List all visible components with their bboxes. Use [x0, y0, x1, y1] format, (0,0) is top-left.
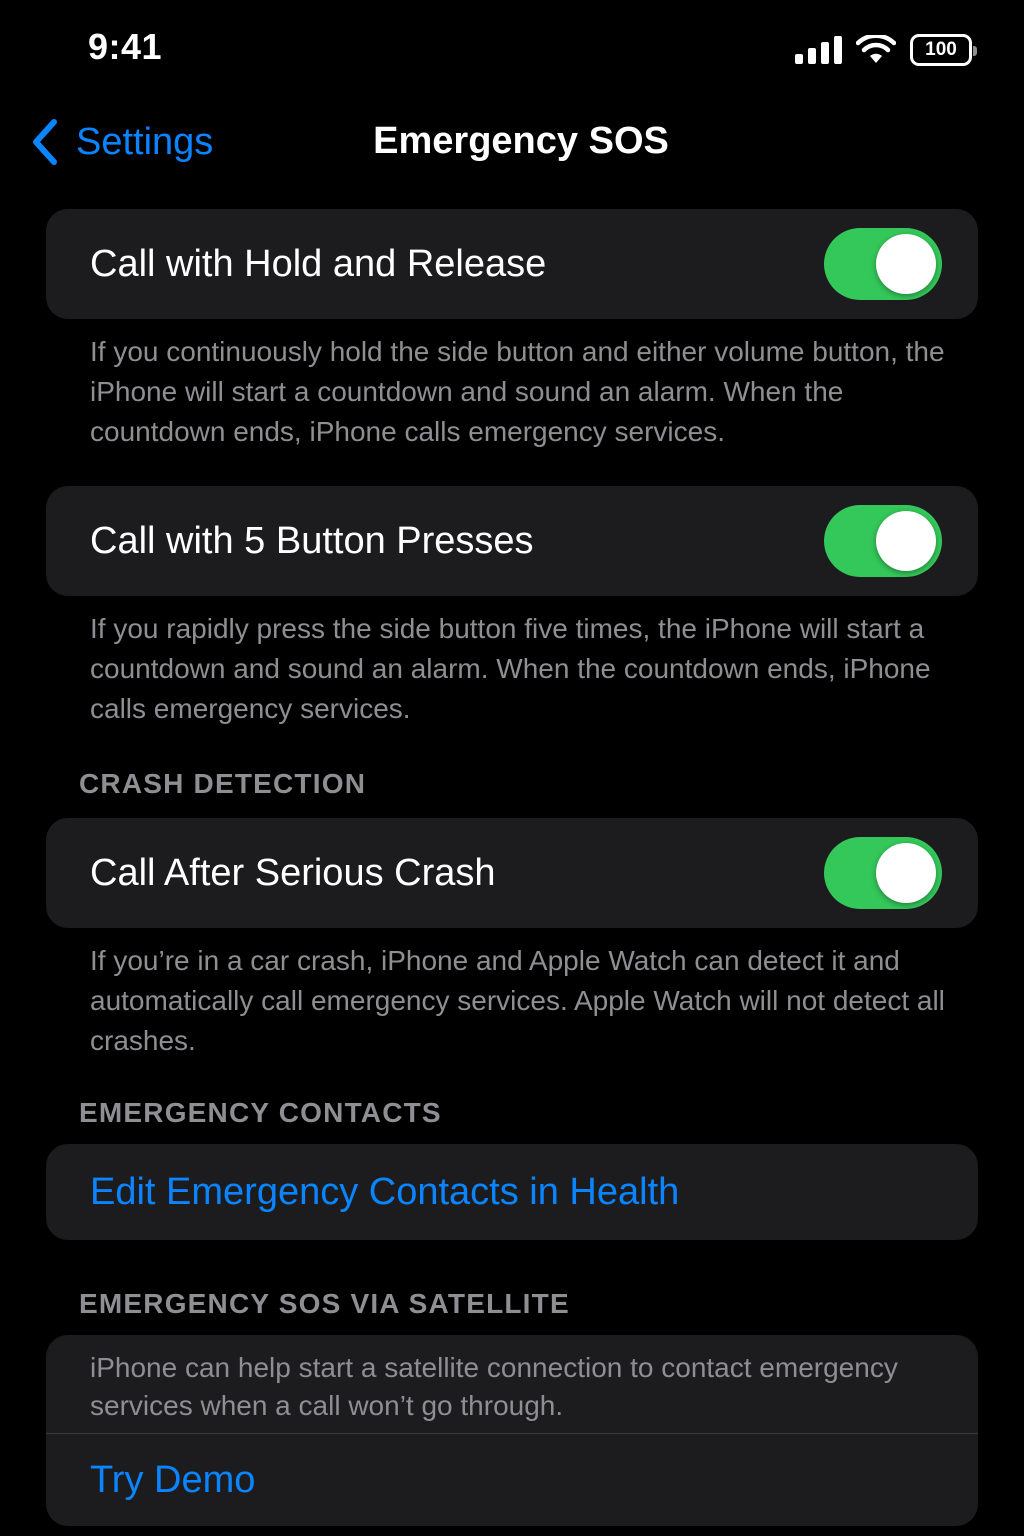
page-title: Emergency SOS	[373, 120, 669, 162]
five-presses-label: Call with 5 Button Presses	[90, 519, 534, 562]
crash-detection-cell: Call After Serious Crash	[46, 818, 978, 928]
status-time: 9:41	[88, 26, 163, 67]
battery-level: 100	[925, 39, 957, 60]
battery-icon: 100	[910, 34, 977, 66]
crash-detection-group: Call After Serious Crash	[46, 818, 978, 928]
five-presses-toggle[interactable]	[824, 505, 942, 577]
wifi-icon	[856, 35, 896, 63]
try-demo-link[interactable]: Try Demo	[90, 1459, 942, 1502]
hold-release-label: Call with Hold and Release	[90, 242, 547, 285]
satellite-header: EMERGENCY SOS VIA SATELLITE	[79, 1288, 570, 1319]
navigation-bar: Settings Emergency SOS	[0, 104, 1024, 180]
toggle-knob	[876, 843, 936, 903]
edit-contacts-cell[interactable]: Edit Emergency Contacts in Health	[46, 1144, 978, 1240]
five-presses-group: Call with 5 Button Presses	[46, 486, 978, 596]
edit-emergency-contacts-link[interactable]: Edit Emergency Contacts in Health	[90, 1171, 942, 1214]
crash-detection-footer: If you’re in a car crash, iPhone and App…	[90, 945, 945, 1056]
toggle-knob	[876, 511, 936, 571]
emergency-sos-screen: 9:41 100 Settings Emergency SOS Call wit…	[0, 0, 1024, 1536]
crash-detection-toggle[interactable]	[824, 837, 942, 909]
satellite-group: iPhone can help start a satellite connec…	[46, 1335, 978, 1526]
five-presses-footer: If you rapidly press the side button fiv…	[90, 613, 931, 724]
hold-release-cell: Call with Hold and Release	[46, 209, 978, 319]
hold-release-footer: If you continuously hold the side button…	[90, 336, 945, 447]
satellite-description: iPhone can help start a satellite connec…	[90, 1352, 898, 1421]
crash-detection-label: Call After Serious Crash	[90, 851, 496, 894]
emergency-contacts-group: Edit Emergency Contacts in Health	[46, 1144, 978, 1240]
try-demo-cell[interactable]: Try Demo	[46, 1434, 978, 1526]
five-presses-cell: Call with 5 Button Presses	[46, 486, 978, 596]
signal-icon	[795, 36, 842, 64]
hold-release-toggle[interactable]	[824, 228, 942, 300]
crash-detection-header: CRASH DETECTION	[79, 768, 367, 799]
hold-release-group: Call with Hold and Release	[46, 209, 978, 319]
status-icons: 100	[795, 30, 977, 70]
status-bar: 9:41 100	[0, 0, 1024, 96]
emergency-contacts-header: EMERGENCY CONTACTS	[79, 1097, 442, 1128]
toggle-knob	[876, 234, 936, 294]
